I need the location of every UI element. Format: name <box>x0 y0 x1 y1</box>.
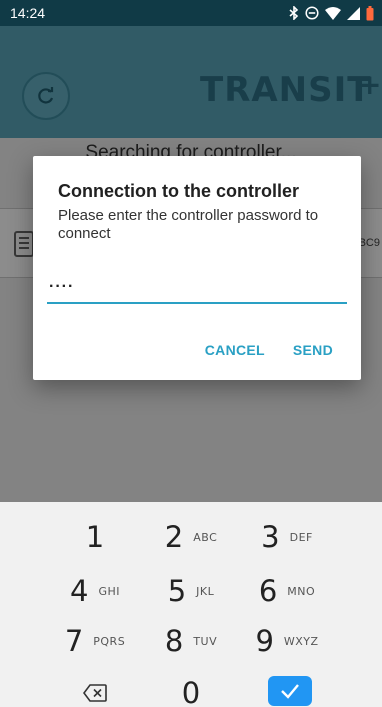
dialog-message: Please enter the controller password to … <box>58 207 319 242</box>
key-digit: 2 <box>164 520 184 554</box>
key-7[interactable]: 7 PQRS <box>40 620 150 662</box>
dialog-title: Connection to the controller <box>58 181 299 201</box>
key-letters: JKL <box>196 584 215 598</box>
key-letters: MNO <box>287 584 316 598</box>
key-digit: 1 <box>85 520 105 554</box>
backspace-key[interactable] <box>40 672 150 707</box>
key-digit: 3 <box>261 520 280 554</box>
password-dialog: Connection to the controller Please ente… <box>33 156 361 380</box>
key-digit: 8 <box>164 624 184 658</box>
key-1[interactable]: 1 <box>40 516 150 558</box>
key-digit: 5 <box>167 574 187 608</box>
key-8[interactable]: 8 TUV <box>136 620 246 662</box>
battery-icon <box>366 5 374 20</box>
key-0[interactable]: 0 <box>136 672 246 707</box>
key-letters: PQRS <box>93 634 126 648</box>
enter-key[interactable] <box>268 676 312 706</box>
dialog-actions: CANCEL SEND <box>205 342 333 358</box>
key-letters: WXYZ <box>283 634 319 648</box>
key-9[interactable]: 9 WXYZ <box>232 620 342 662</box>
key-digit: 0 <box>181 676 201 707</box>
key-letters: GHI <box>98 584 120 598</box>
send-button[interactable]: SEND <box>293 342 333 358</box>
key-digit: 9 <box>255 624 274 658</box>
key-letters: TUV <box>193 634 218 648</box>
key-2[interactable]: 2 ABC <box>136 516 246 558</box>
status-icons <box>289 5 374 21</box>
key-letters: ABC <box>193 530 218 544</box>
numeric-keypad: 1 2 ABC 3 DEF 4 GHI 5 JKL 6 MNO 7 PQRS 8… <box>0 502 382 707</box>
do-not-disturb-icon <box>305 6 319 20</box>
wifi-icon <box>325 6 341 20</box>
password-input[interactable] <box>47 274 347 304</box>
backspace-icon <box>83 684 107 702</box>
signal-icon <box>347 6 360 20</box>
key-4[interactable]: 4 GHI <box>40 570 150 612</box>
key-3[interactable]: 3 DEF <box>232 516 342 558</box>
key-6[interactable]: 6 MNO <box>232 570 342 612</box>
key-letters: DEF <box>289 530 313 544</box>
key-digit: 4 <box>70 574 89 608</box>
check-icon <box>281 684 299 699</box>
key-5[interactable]: 5 JKL <box>136 570 246 612</box>
bluetooth-icon <box>289 6 299 20</box>
key-digit: 7 <box>64 624 84 658</box>
cancel-button[interactable]: CANCEL <box>205 342 265 358</box>
status-bar: 14:24 <box>0 0 382 26</box>
key-digit: 6 <box>258 574 278 608</box>
status-time: 14:24 <box>10 5 46 21</box>
